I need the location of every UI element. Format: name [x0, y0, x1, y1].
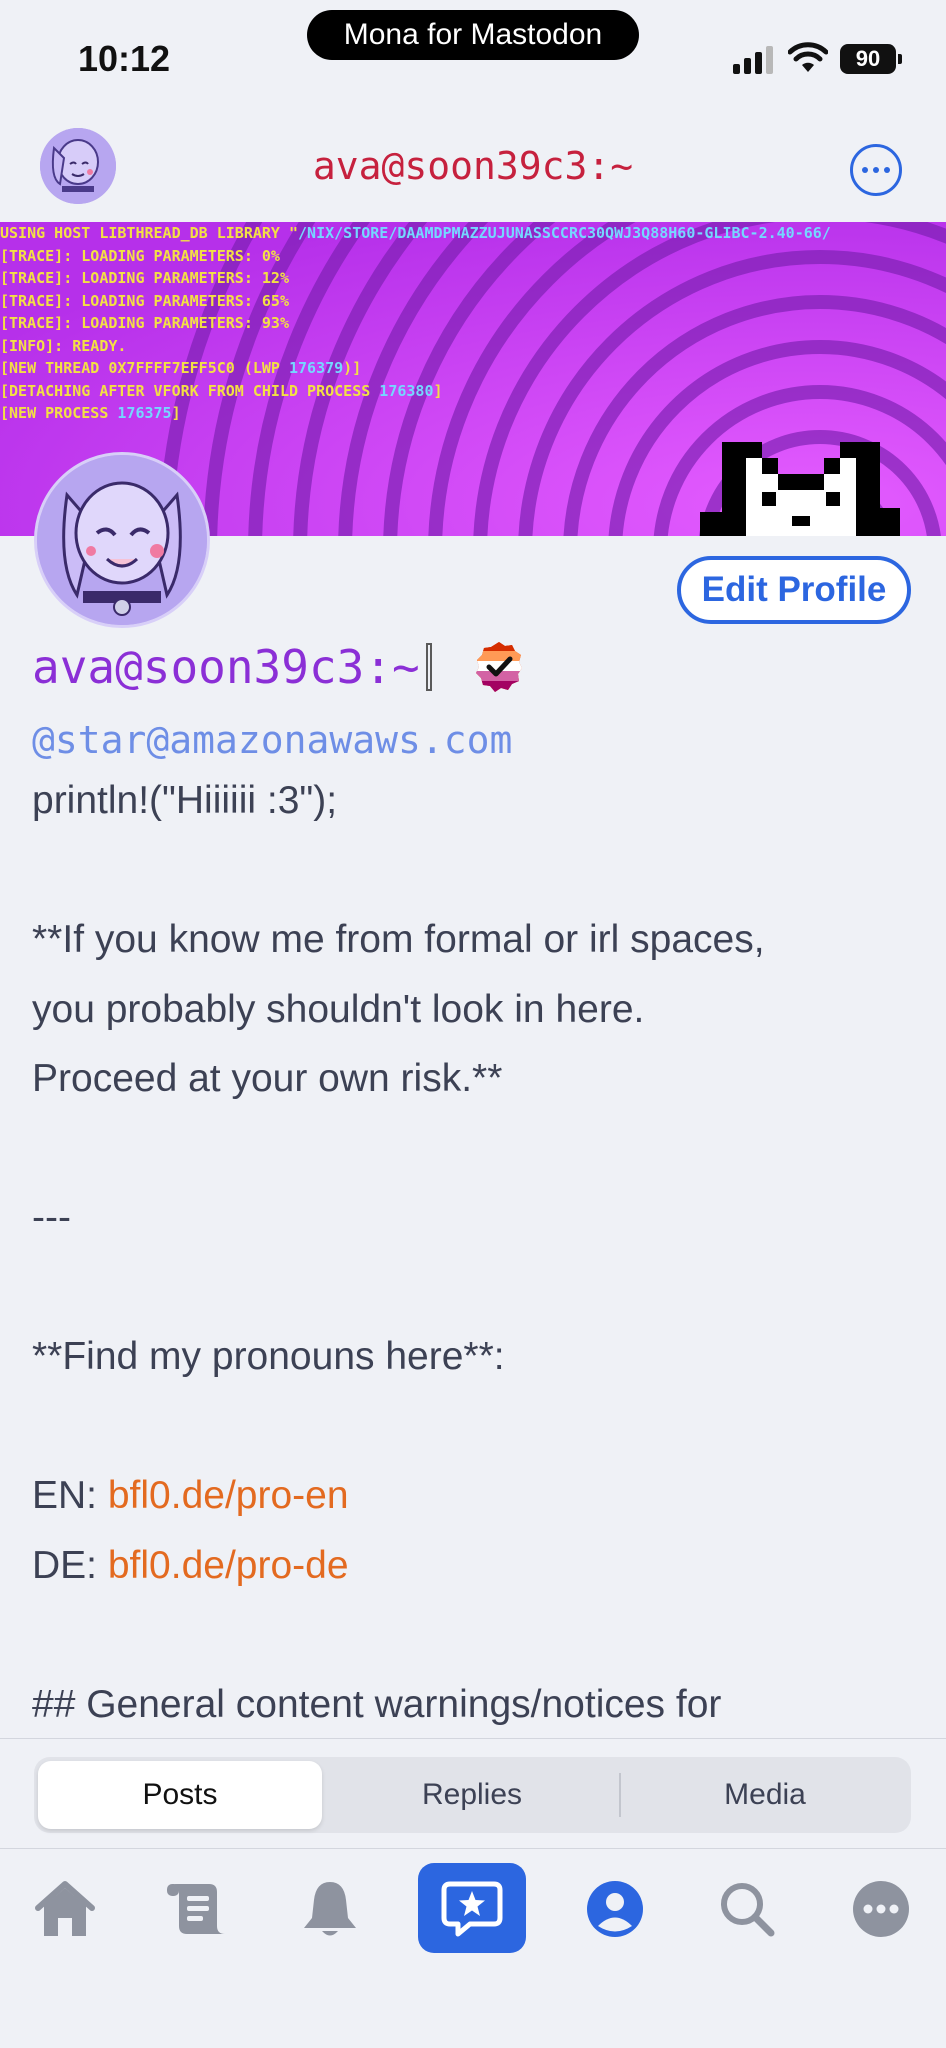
bio-line: **If you know me from formal or irl spac…	[32, 918, 765, 961]
nav-bar: ava@soon39c3:~	[0, 110, 946, 222]
search-icon[interactable]	[692, 1863, 802, 1955]
more-icon[interactable]	[826, 1863, 936, 1955]
signal-icon	[733, 44, 773, 74]
wifi-icon	[788, 42, 828, 72]
tab-replies[interactable]: Replies	[330, 1761, 614, 1829]
bio-line	[32, 836, 922, 906]
battery-level: 90	[855, 46, 881, 71]
log-line: [NEW THREAD 0X7FFFF7EFF5C0 (LWP 176379)]	[0, 359, 362, 377]
profile-tabs: Posts Replies Media	[0, 1738, 946, 1848]
log-line: [INFO]: READY.	[0, 336, 127, 355]
bio-line	[32, 1253, 922, 1323]
feed-icon[interactable]	[142, 1863, 252, 1955]
ellipsis-circle-icon[interactable]	[850, 144, 902, 196]
cursor-emoji	[425, 643, 432, 691]
tab-media[interactable]: Media	[623, 1761, 907, 1829]
home-icon[interactable]	[10, 1863, 120, 1955]
nav-title: ava@soon39c3:~	[312, 144, 634, 188]
display-name-text: ava@soon39c3:~	[32, 640, 420, 694]
account-handle[interactable]: @star@amazonawaws.com	[32, 718, 512, 762]
bio-prefix: DE:	[32, 1543, 108, 1587]
tab-posts[interactable]: Posts	[38, 1761, 322, 1829]
bio-line: ---	[32, 1196, 71, 1239]
log-line: [TRACE]: LOADING PARAMETERS: 12%	[0, 269, 289, 287]
bio-line: **Find my pronouns here**:	[32, 1335, 505, 1378]
banner-terminal-log: USING HOST LIBTHREAD_DB LIBRARY "/NIX/ST…	[0, 222, 946, 425]
profile-icon[interactable]	[560, 1863, 670, 1955]
log-line: [TRACE]: LOADING PARAMETERS: 93%	[0, 314, 289, 332]
bio-line	[32, 1392, 922, 1462]
status-bar: 10:12 Mona for Mastodon 90	[0, 0, 946, 110]
bio-line: println!("Hiiiiii :3");	[32, 779, 338, 822]
pronouns-de-link[interactable]: bfl0.de/pro-de	[108, 1544, 349, 1587]
log-line: [TRACE]: LOADING PARAMETERS: 0%	[0, 246, 280, 265]
edit-profile-button[interactable]: Edit Profile	[677, 556, 911, 624]
bio-prefix: EN:	[32, 1474, 108, 1517]
dynamic-island-app-indicator[interactable]: Mona for Mastodon	[307, 10, 639, 60]
profile-avatar[interactable]	[34, 452, 210, 628]
log-line: [DETACHING AFTER VFORK FROM CHILD PROCES…	[0, 381, 443, 400]
log-line: [TRACE]: LOADING PARAMETERS: 65%	[0, 291, 289, 310]
log-line: [NEW PROCESS 176375]	[0, 404, 181, 422]
log-line: USING HOST LIBTHREAD_DB LIBRARY "/NIX/ST…	[0, 224, 831, 242]
status-time: 10:12	[78, 38, 171, 79]
bottom-tab-bar	[0, 1848, 946, 2048]
bio-line: you probably shouldn't look in here.	[32, 987, 645, 1031]
profile-bio: println!("Hiiiiii :3"); **If you know me…	[32, 766, 922, 1739]
bio-line-pronouns-en: EN: bfl0.de/pro-en	[32, 1461, 922, 1531]
bell-icon[interactable]	[275, 1863, 385, 1955]
compose-icon[interactable]	[418, 1863, 526, 1953]
bio-line	[32, 1600, 922, 1670]
verified-flag-emoji	[474, 640, 524, 694]
bio-line	[32, 1114, 922, 1184]
display-name: ava@soon39c3:~	[32, 640, 524, 694]
battery-icon: 90	[840, 44, 902, 74]
segmented-control: Posts Replies Media	[34, 1757, 911, 1833]
pronouns-en-link[interactable]: bfl0.de/pro-en	[108, 1474, 349, 1517]
bio-line: Proceed at your own risk.**	[32, 1057, 503, 1100]
bio-line-pronouns-de: DE: bfl0.de/pro-de	[32, 1531, 922, 1601]
bio-line: ## General content warnings/notices for	[32, 1682, 722, 1726]
segment-divider	[619, 1773, 621, 1817]
